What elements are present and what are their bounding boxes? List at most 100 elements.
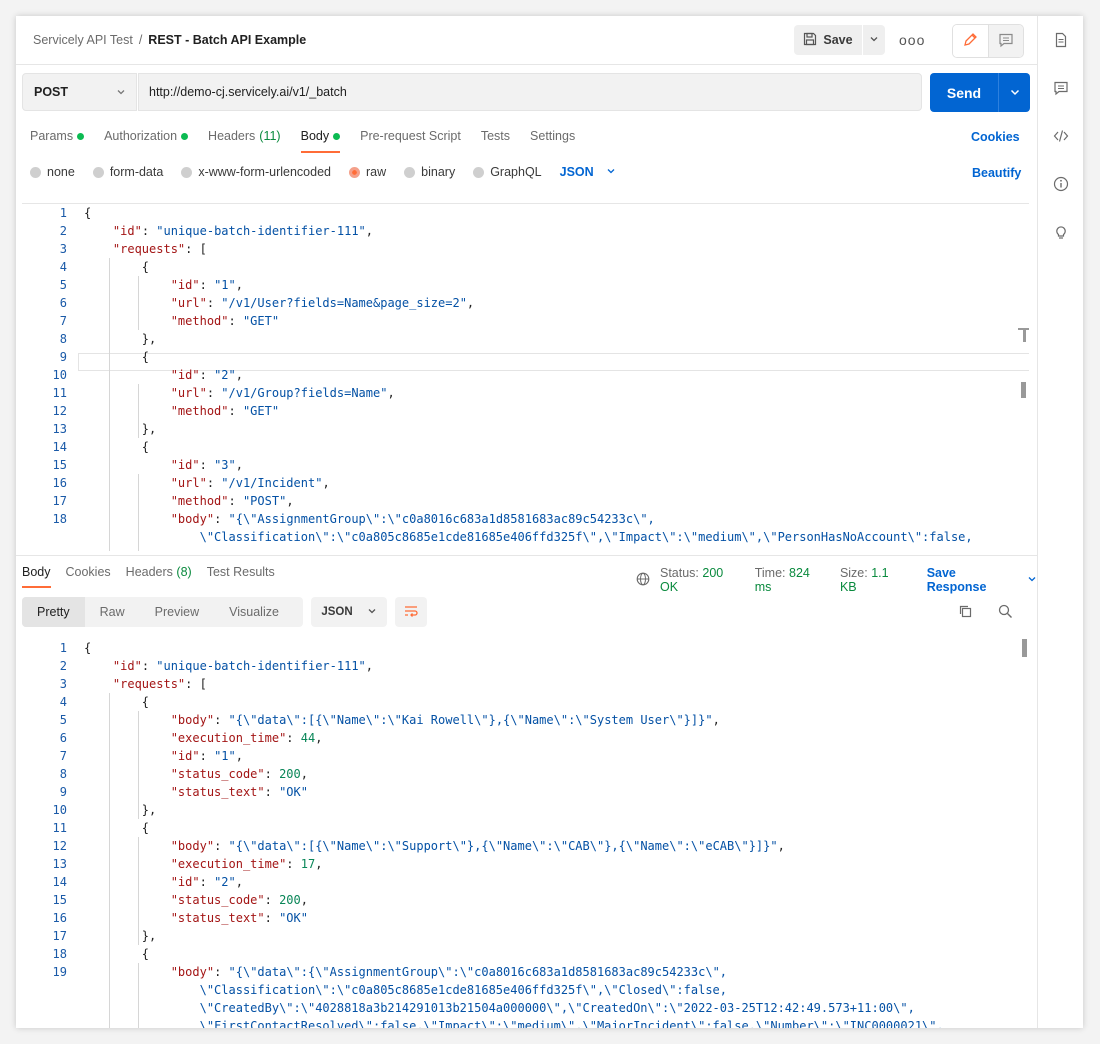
line-number: 12 [52, 404, 67, 418]
save-label: Save [823, 33, 853, 47]
globe-icon[interactable] [636, 572, 650, 589]
beautify-button[interactable]: Beautify [972, 166, 1021, 180]
tab-response-headers[interactable]: Headers (8) [126, 565, 192, 588]
save-button[interactable]: Save [794, 25, 863, 55]
line-number: 12 [52, 839, 67, 853]
tab-test-results[interactable]: Test Results [207, 565, 275, 588]
tab-tests[interactable]: Tests [481, 129, 510, 153]
line-number: 4 [59, 260, 67, 274]
code-line: "id": "unique-batch-identifier-111", [112, 224, 374, 238]
code-line: }, [141, 929, 157, 943]
breadcrumb: Servicely API Test / REST - Batch API Exam… [33, 33, 306, 47]
body-format-select[interactable]: JSON [560, 165, 616, 179]
url-input[interactable]: http://demo-cj.servicely.ai/v1/_batch [138, 73, 922, 111]
edit-mode-button[interactable] [953, 25, 989, 57]
time-text: Time: 824 ms [755, 566, 830, 594]
method-select[interactable]: POST [22, 73, 137, 111]
tab-pre-request-script[interactable]: Pre-request Script [360, 129, 461, 153]
send-button[interactable]: Send [930, 73, 999, 112]
line-number: 17 [52, 494, 67, 508]
send-dropdown-button[interactable] [999, 73, 1030, 112]
size-label: Size: [839, 566, 868, 580]
tab-body[interactable]: Body [300, 129, 341, 153]
comment-icon[interactable] [1049, 76, 1073, 100]
radio-graphql[interactable]: GraphQL [473, 165, 542, 179]
line-number: 9 [59, 350, 67, 364]
code-line: "method": "GET" [170, 314, 280, 328]
radio-binary[interactable]: binary [404, 165, 455, 179]
code-line: "body": "{\"data\":[{\"Name\":\"Support\… [170, 839, 785, 853]
code-line: "url": "/v1/User?fields=Name&page_size=2… [170, 296, 475, 310]
code-line: "status_code": 200, [170, 767, 308, 781]
code-line: { [84, 206, 92, 220]
radio-form-data[interactable]: form-data [92, 165, 163, 179]
breadcrumb-workspace[interactable]: Servicely API Test [33, 33, 133, 47]
method-value: POST [34, 85, 69, 99]
line-number: 13 [52, 422, 67, 436]
response-view-tabs: Pretty Raw Preview Visualize [22, 597, 303, 627]
radio-none[interactable]: none [30, 165, 75, 179]
line-number: 9 [59, 785, 67, 799]
status-dot [333, 132, 341, 140]
code-line: { [141, 695, 150, 709]
line-number: 6 [59, 296, 67, 310]
radio-raw[interactable]: raw [349, 165, 386, 179]
tab-label: Headers [208, 129, 256, 143]
body-format-value: JSON [559, 165, 594, 179]
code-line: "url": "/v1/Incident", [170, 476, 330, 490]
tab-label: Authorization [104, 129, 178, 143]
view-preview[interactable]: Preview [140, 597, 214, 627]
more-actions-button[interactable]: ooo [899, 32, 925, 48]
radio-label: none [47, 165, 75, 179]
panel-divider[interactable] [16, 555, 1037, 556]
save-dropdown-button[interactable] [863, 25, 885, 55]
info-icon[interactable] [1049, 172, 1073, 196]
line-number: 10 [52, 368, 67, 382]
line-number: 8 [59, 332, 67, 346]
tab-label: Body [300, 129, 330, 143]
body-type-options: none form-data x-www-form-urlencoded raw… [30, 165, 616, 179]
line-number: 3 [59, 242, 67, 256]
code-line: \"Classification\":\"c0a805c8685e1cde816… [199, 530, 973, 544]
radio-indicator [30, 166, 41, 178]
tab-settings[interactable]: Settings [530, 129, 575, 153]
document-icon[interactable] [1049, 28, 1073, 52]
code-line: "requests": [ [112, 677, 207, 691]
copy-icon[interactable] [958, 604, 973, 622]
view-raw[interactable]: Raw [85, 597, 140, 627]
scrollbar-thumb[interactable] [1022, 639, 1027, 657]
search-icon[interactable] [998, 604, 1013, 622]
response-format-select[interactable]: JSON [311, 597, 387, 627]
cookies-link[interactable]: Cookies [971, 130, 1020, 144]
tab-authorization[interactable]: Authorization [104, 129, 189, 153]
scrollbar-thumb[interactable] [1021, 382, 1026, 398]
tab-response-body[interactable]: Body [22, 565, 51, 588]
line-number: 19 [52, 965, 67, 979]
wrap-lines-button[interactable] [395, 597, 427, 627]
view-pretty[interactable]: Pretty [22, 597, 85, 627]
radio-x-www-form-urlencoded[interactable]: x-www-form-urlencoded [181, 165, 331, 179]
code-line: "id": "2", [170, 875, 243, 889]
line-number: 8 [59, 767, 67, 781]
code-line: }, [141, 803, 157, 817]
save-response-button[interactable]: Save Response [927, 566, 1037, 594]
scrollbar-thumb[interactable] [1023, 328, 1026, 342]
code-line: { [141, 260, 150, 274]
response-status-bar: Status: 200 OK Time: 824 ms Size: 1.1 KB… [636, 566, 1037, 594]
tab-response-cookies[interactable]: Cookies [66, 565, 111, 588]
response-body-viewer[interactable]: 1 2 3 4 5 6 7 8 9 10 11 12 13 14 15 16 17 18 19{ "id": "un… [22, 639, 1029, 1028]
request-body-editor[interactable]: 1 2 3 4 5 6 7 8 9 10 11 12 13 14 15 16 17 18{ "id": "uniq… [22, 203, 1029, 551]
code-icon[interactable] [1049, 124, 1073, 148]
radio-indicator [181, 166, 193, 178]
line-number: 11 [52, 821, 67, 835]
code-line: }, [141, 422, 157, 436]
radio-indicator [473, 166, 485, 178]
tab-count: (8) [176, 565, 192, 579]
radio-label: binary [421, 165, 456, 179]
tab-headers[interactable]: Headers (11) [208, 129, 281, 153]
lightbulb-icon[interactable] [1049, 220, 1073, 244]
request-name[interactable]: REST - Batch API Example [148, 33, 306, 47]
tab-params[interactable]: Params [30, 129, 85, 153]
comment-mode-button[interactable] [988, 25, 1023, 57]
view-visualize[interactable]: Visualize [214, 597, 294, 627]
